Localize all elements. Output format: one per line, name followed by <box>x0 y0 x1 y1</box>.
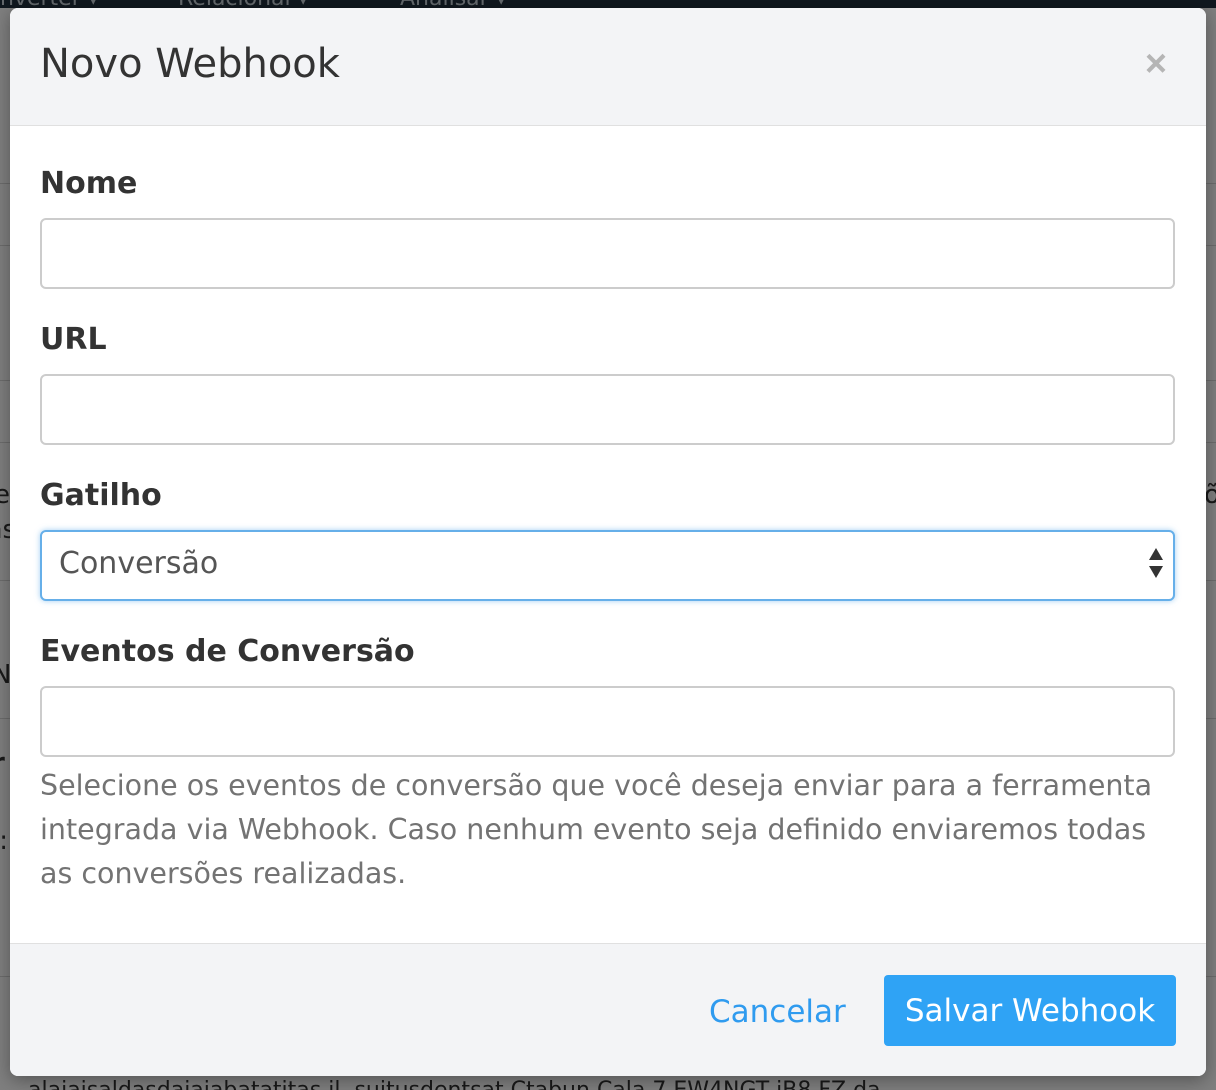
modal-header: Novo Webhook × <box>10 8 1206 126</box>
conversion-events-input[interactable] <box>40 686 1175 757</box>
url-label: URL <box>40 322 107 357</box>
close-icon[interactable]: × <box>1136 44 1176 84</box>
webhook-modal: Novo Webhook × Nome URL Gatilho Conversã… <box>10 8 1206 1076</box>
trigger-label: Gatilho <box>40 478 162 513</box>
cancel-button[interactable]: Cancelar <box>709 994 846 1031</box>
conversion-events-label: Eventos de Conversão <box>40 634 415 669</box>
trigger-select-value: Conversão <box>59 546 219 581</box>
conversion-events-help-text: Selecione os eventos de conversão que vo… <box>40 769 1153 890</box>
name-input[interactable] <box>40 218 1175 289</box>
modal-title: Novo Webhook <box>40 41 340 87</box>
url-input[interactable] <box>40 374 1175 445</box>
modal-footer: Cancelar Salvar Webhook <box>10 943 1206 1076</box>
trigger-select[interactable]: Conversão <box>40 530 1175 601</box>
modal-body: Nome URL Gatilho Conversão Eventos de Co… <box>10 126 1206 944</box>
name-label: Nome <box>40 166 138 201</box>
select-arrows-icon <box>1147 548 1165 584</box>
save-webhook-button[interactable]: Salvar Webhook <box>884 975 1176 1046</box>
